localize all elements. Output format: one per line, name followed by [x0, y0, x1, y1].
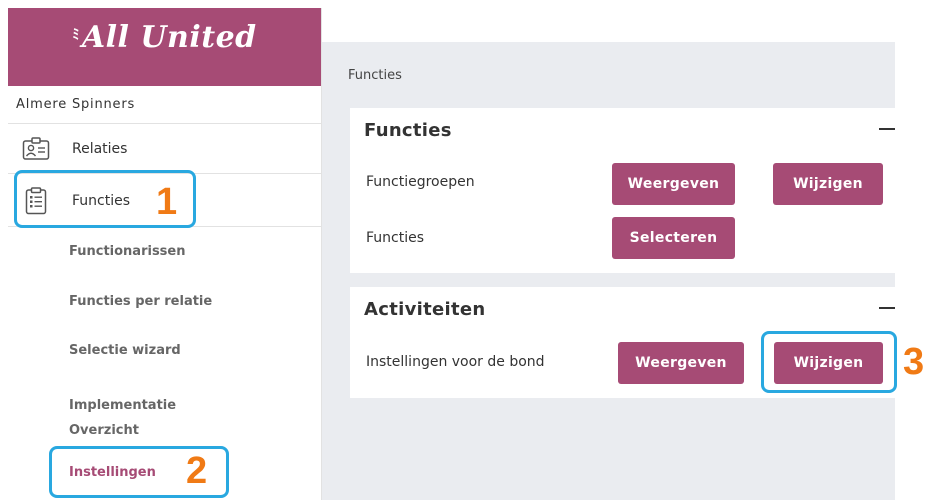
row-label-functiegroepen: Functiegroepen [366, 174, 475, 190]
row-label-instellingen-voor-de-bond: Instellingen voor de bond [366, 354, 545, 370]
functiegroepen-weergeven-button[interactable]: Weergeven [612, 163, 735, 205]
collapse-icon[interactable] [879, 128, 895, 130]
all-united-logo[interactable]: ﾐAll United [72, 20, 256, 55]
callout-step-3 [761, 331, 897, 393]
step-number-2: 2 [186, 450, 208, 492]
sidebar-subitem-functionarissen[interactable]: Functionarissen [69, 244, 186, 259]
brand-header: ﾐAll United [8, 8, 321, 86]
contact-card-icon [18, 134, 54, 164]
sidebar-subitem-implementatie-overzicht[interactable]: Implementatie Overzicht [69, 393, 219, 443]
sidebar-item-label: Relaties [72, 140, 128, 157]
sidebar-subitem-functies-per-relatie[interactable]: Functies per relatie [69, 294, 212, 309]
step-number-3: 3 [903, 341, 925, 383]
functiegroepen-wijzigen-button[interactable]: Wijzigen [773, 163, 883, 205]
row-label-functies: Functies [366, 230, 425, 246]
activiteiten-weergeven-button[interactable]: Weergeven [618, 342, 744, 384]
collapse-icon[interactable] [879, 307, 895, 309]
sidebar-item-relaties[interactable]: Relaties [8, 124, 321, 174]
card-title: Functies [364, 120, 452, 141]
step-number-1: 1 [156, 181, 178, 223]
sidebar-subitem-selectie-wizard[interactable]: Selectie wizard [69, 343, 181, 358]
functies-selecteren-button[interactable]: Selecteren [612, 217, 735, 259]
breadcrumb: Functies [348, 68, 402, 83]
card-title: Activiteiten [364, 299, 486, 320]
organization-name: Almere Spinners [8, 86, 321, 124]
functies-card: Functies Functiegroepen Weergeven Wijzig… [350, 108, 895, 273]
